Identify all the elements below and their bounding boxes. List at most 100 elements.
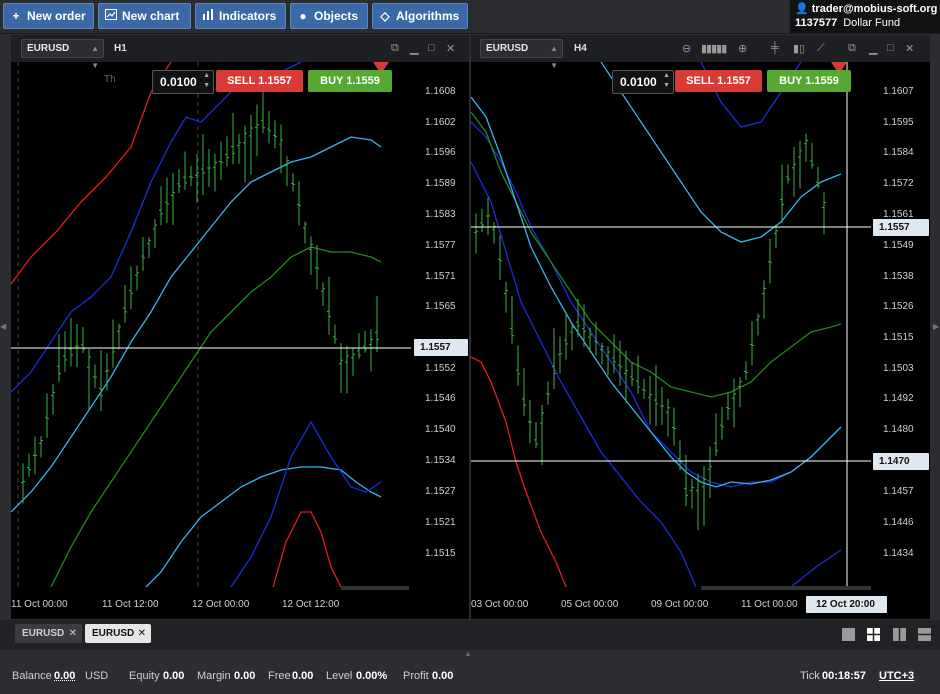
timeframe-left[interactable]: H1 <box>114 43 127 54</box>
horizontal-line-price-label: 1.1470 <box>873 453 929 470</box>
horizontal-scrollbar-left[interactable] <box>341 586 409 590</box>
lot-size-input-left[interactable]: 0.0100 ▲ ▼ <box>152 70 214 94</box>
close-tab-icon[interactable]: ✕ <box>138 624 146 643</box>
line-type-icon[interactable]: ⟋ <box>817 42 825 55</box>
minimize-icon[interactable]: ▁ <box>869 42 877 55</box>
status-bar: Balance 0.00 USD Equity 0.00 Margin 0.00… <box>0 658 940 694</box>
maximize-icon[interactable]: □ <box>428 42 435 54</box>
lot-size-input-right[interactable]: 0.0100 ▲ ▼ <box>612 70 674 94</box>
chart-icon <box>105 9 117 23</box>
diamond-icon: ◇ <box>380 9 390 23</box>
time-tick-label: 12 Oct 12:00 <box>282 599 340 610</box>
timezone-select[interactable]: UTC+3 <box>879 670 914 682</box>
upper-band-red <box>11 62 172 285</box>
price-tick-label: 1.1503 <box>883 363 914 374</box>
symbol-select-left[interactable]: EURUSD ▲ ▼ <box>21 39 104 70</box>
price-tick-label: 1.1446 <box>883 517 914 528</box>
tick-time: 00:18:57 <box>822 670 867 682</box>
time-tick-label: 03 Oct 00:00 <box>471 599 529 610</box>
minimize-icon[interactable]: ▁ <box>410 42 418 55</box>
layout-rows-icon[interactable] <box>918 628 931 641</box>
right-collapse-icon[interactable]: ▶ <box>933 322 939 331</box>
new-order-button[interactable]: + New order <box>3 3 94 29</box>
current-price-label-right: 1.1557 <box>873 219 929 236</box>
horizontal-scrollbar-right[interactable] <box>701 586 871 590</box>
lot-value-left: 0.0100 <box>160 75 197 89</box>
zoom-out-icon[interactable]: ⊖ <box>682 42 691 55</box>
time-tick-label: 12 Oct 00:00 <box>192 599 250 610</box>
close-icon[interactable]: ✕ <box>446 42 455 55</box>
zoom-in-icon[interactable]: ⊕ <box>738 42 747 55</box>
sell-button-right[interactable]: SELL 1.1557 <box>675 70 762 92</box>
lower-band-blue-2 <box>471 121 842 488</box>
level-label: Level <box>326 670 353 682</box>
lower-band-cyan <box>145 466 382 587</box>
buy-button-right[interactable]: BUY 1.1559 <box>767 70 851 92</box>
objects-label: Objects <box>314 9 359 23</box>
account-email: trader@mobius-soft.org <box>811 3 938 15</box>
plus-icon: + <box>12 9 20 23</box>
spin-icon: ▲ ▼ <box>663 72 670 89</box>
objects-button[interactable]: ● Objects <box>290 3 368 29</box>
price-tick-label: 1.1526 <box>883 301 914 312</box>
algorithms-button[interactable]: ◇ Algorithms <box>372 3 468 29</box>
left-collapse-icon[interactable]: ◀ <box>0 322 6 331</box>
time-tick-label: 09 Oct 00:00 <box>651 599 709 610</box>
price-tick-label: 1.1546 <box>425 393 456 404</box>
chart-tab-2[interactable]: EURUSD ✕ <box>85 624 151 643</box>
margin-value: 0.00 <box>234 670 256 682</box>
chart-tab-1[interactable]: EURUSD ✕ <box>15 624 82 643</box>
price-tick-label: 1.1607 <box>883 86 914 97</box>
moving-average-green <box>471 111 842 398</box>
profit-label: Profit <box>403 670 429 682</box>
price-tick-label: 1.1521 <box>425 517 456 528</box>
symbol-select-right[interactable]: EURUSD ▲ ▼ <box>480 39 563 70</box>
indicators-button[interactable]: Indicators <box>195 3 286 29</box>
balance-label: Balance <box>12 670 52 682</box>
layout-columns-icon[interactable] <box>893 628 906 641</box>
main-toolbar: + New order New chart Indicators ● Objects… <box>0 0 940 34</box>
close-icon[interactable]: ✕ <box>905 42 914 55</box>
candle-type-icon[interactable]: ▮▯ <box>793 42 805 55</box>
price-tick-label: 1.1584 <box>883 147 914 158</box>
spin-icon: ▲ ▼ <box>203 72 210 89</box>
timeframe-right[interactable]: H4 <box>574 43 587 54</box>
time-tick-label: 11 Oct 12:00 <box>102 599 159 610</box>
chart-tab-bar: EURUSD ✕ EURUSD ✕ <box>0 620 940 650</box>
bar-type-icon[interactable]: ╪ <box>771 42 779 54</box>
crosshair-time-label: 12 Oct 20:00 <box>806 596 887 613</box>
buy-button-left[interactable]: BUY 1.1559 <box>308 70 392 92</box>
chart-panel-right[interactable]: EURUSD ▲ ▼ H4 ⊖ ▮▮▮▮▮ ⊕ ╪ ▮▯ ⟋ ⧉ ▁ □ ✕ 0.0… <box>471 35 930 619</box>
price-tick-label: 1.1434 <box>883 548 914 559</box>
maximize-icon[interactable]: □ <box>887 42 894 54</box>
sell-button-left[interactable]: SELL 1.1557 <box>216 70 303 92</box>
time-tick-label: 05 Oct 00:00 <box>561 599 619 610</box>
new-chart-label: New chart <box>122 9 180 23</box>
layout-grid-icon[interactable] <box>867 628 880 641</box>
close-tab-icon[interactable]: ✕ <box>69 624 77 643</box>
balance-value[interactable]: 0.00 <box>54 670 75 682</box>
sell-label: SELL <box>227 75 256 87</box>
chart-plot-left[interactable] <box>11 62 411 587</box>
zoom-slider[interactable]: ▮▮▮▮▮ <box>701 42 727 55</box>
chart-plot-right[interactable] <box>471 62 871 587</box>
price-tick-label: 1.1538 <box>883 271 914 282</box>
price-tick-label: 1.1602 <box>425 117 456 128</box>
free-value: 0.00 <box>292 670 314 682</box>
account-info[interactable]: 👤 trader@mobius-soft.org 1137577 Dollar F… <box>790 0 940 33</box>
time-tick-label: 11 Oct 00:00 <box>11 599 68 610</box>
chart-header-right: EURUSD ▲ ▼ H4 ⊖ ▮▮▮▮▮ ⊕ ╪ ▮▯ ⟋ ⧉ ▁ □ ✕ <box>471 35 930 70</box>
indicators-label: Indicators <box>219 9 277 23</box>
detach-icon[interactable]: ⧉ <box>391 42 399 55</box>
detach-icon[interactable]: ⧉ <box>848 42 856 55</box>
price-tick-label: 1.1515 <box>883 332 914 343</box>
chart-panel-left[interactable]: EURUSD ▲ ▼ H1 ⧉ ▁ □ ✕ Th 0.0100 ▲ ▼ SELL 1.1… <box>11 35 469 619</box>
new-order-label: New order <box>27 9 86 23</box>
price-tick-label: 1.1534 <box>425 455 456 466</box>
layout-single-icon[interactable] <box>842 628 855 641</box>
lower-band-red <box>272 511 342 587</box>
new-chart-button[interactable]: New chart <box>98 3 191 29</box>
price-tick-label: 1.1549 <box>883 240 914 251</box>
panel-collapse-icon[interactable]: ▲ <box>464 649 472 658</box>
price-tick-label: 1.1589 <box>425 178 456 189</box>
